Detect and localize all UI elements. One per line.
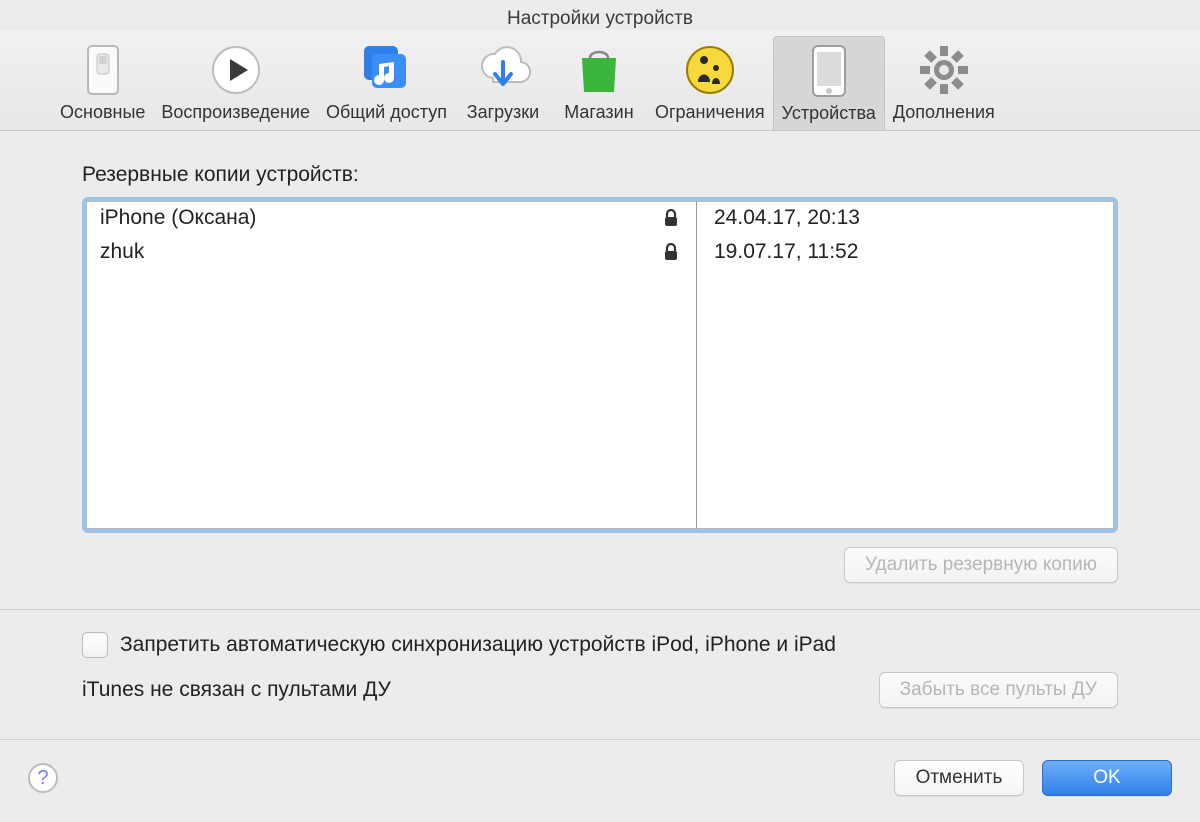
content-area: Резервные копии устройств: iPhone (Оксан… bbox=[0, 131, 1200, 739]
preferences-toolbar: Основные Воспроизведение Общий доступ За… bbox=[0, 30, 1200, 131]
gear-icon bbox=[916, 42, 972, 98]
cloud-download-icon bbox=[475, 42, 531, 98]
prevent-sync-label: Запретить автоматическую синхронизацию у… bbox=[120, 633, 836, 657]
play-icon bbox=[208, 42, 264, 98]
tab-downloads[interactable]: Загрузки bbox=[455, 36, 551, 130]
switch-icon bbox=[75, 42, 131, 98]
backup-name: iPhone (Оксана) bbox=[86, 206, 657, 230]
delete-backup-button[interactable]: Удалить резервную копию bbox=[844, 547, 1118, 583]
tab-advanced[interactable]: Дополнения bbox=[885, 36, 1003, 130]
tab-sharing[interactable]: Общий доступ bbox=[318, 36, 455, 130]
column-divider bbox=[696, 201, 697, 529]
tab-label: Основные bbox=[60, 102, 145, 123]
backup-date: 19.07.17, 11:52 bbox=[698, 240, 1114, 264]
lock-icon bbox=[657, 209, 685, 227]
backup-row[interactable]: iPhone (Оксана) 24.04.17, 20:13 bbox=[86, 201, 1114, 235]
iphone-icon bbox=[801, 43, 857, 99]
tab-playback[interactable]: Воспроизведение bbox=[153, 36, 318, 130]
window-title: Настройки устройств bbox=[0, 0, 1200, 30]
window-title-text: Настройки устройств bbox=[507, 8, 693, 30]
prevent-sync-checkbox[interactable] bbox=[82, 632, 108, 658]
help-button[interactable]: ? bbox=[28, 763, 58, 793]
tab-label: Дополнения bbox=[893, 102, 995, 123]
tab-label: Общий доступ bbox=[326, 102, 447, 123]
tab-store[interactable]: Магазин bbox=[551, 36, 647, 130]
cancel-button[interactable]: Отменить bbox=[894, 760, 1024, 796]
remotes-status-label: iTunes не связан с пультами ДУ bbox=[82, 678, 879, 702]
tab-label: Магазин bbox=[564, 102, 633, 123]
tab-general[interactable]: Основные bbox=[52, 36, 153, 130]
music-note-icon bbox=[358, 42, 414, 98]
tab-restrictions[interactable]: Ограничения bbox=[647, 36, 773, 130]
parental-icon bbox=[682, 42, 738, 98]
backups-listbox[interactable]: iPhone (Оксана) 24.04.17, 20:13 zhuk bbox=[82, 197, 1118, 533]
tab-label: Устройства bbox=[782, 103, 876, 124]
ok-button[interactable]: OK bbox=[1042, 760, 1172, 796]
shopping-bag-icon bbox=[571, 42, 627, 98]
tab-label: Загрузки bbox=[467, 102, 539, 123]
tab-label: Ограничения bbox=[655, 102, 765, 123]
backup-row[interactable]: zhuk 19.07.17, 11:52 bbox=[86, 235, 1114, 269]
tab-label: Воспроизведение bbox=[161, 102, 310, 123]
preferences-window: Настройки устройств Основные Воспроизвед… bbox=[0, 0, 1200, 822]
backups-section-label: Резервные копии устройств: bbox=[82, 163, 1118, 187]
backup-name: zhuk bbox=[86, 240, 657, 264]
tab-devices[interactable]: Устройства bbox=[773, 36, 885, 130]
backup-date: 24.04.17, 20:13 bbox=[698, 206, 1114, 230]
forget-remotes-button[interactable]: Забыть все пульты ДУ bbox=[879, 672, 1118, 708]
lock-icon bbox=[657, 243, 685, 261]
dialog-footer: ? Отменить OK bbox=[0, 739, 1200, 822]
